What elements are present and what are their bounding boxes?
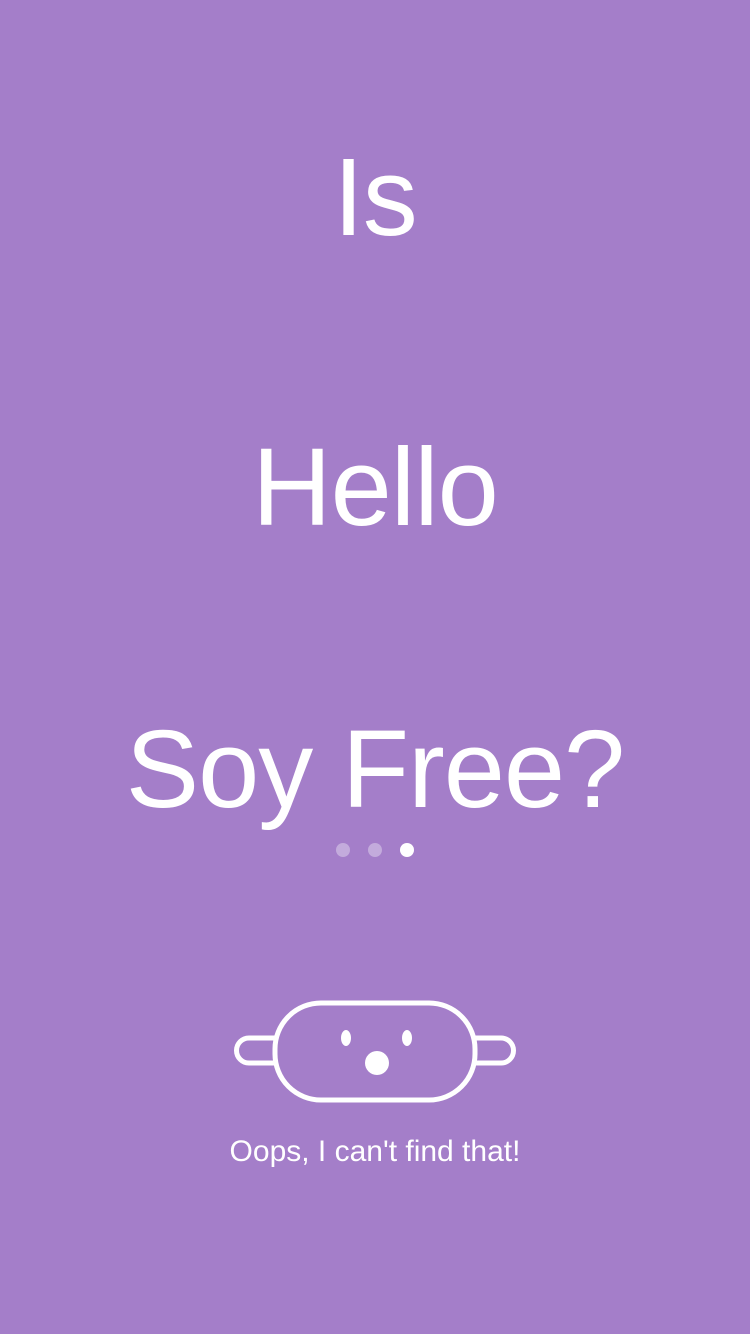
rolling-pin-face-icon xyxy=(234,1000,516,1103)
page-dot-2[interactable] xyxy=(368,843,382,857)
page-dot-1[interactable] xyxy=(336,843,350,857)
headline-line-question: Soy Free? xyxy=(125,708,625,831)
headline-line-is: Is xyxy=(333,136,418,259)
page-dot-3-active[interactable] xyxy=(400,843,414,857)
not-found-message: Oops, I can't find that! xyxy=(229,1135,521,1168)
page-indicator[interactable] xyxy=(0,843,750,857)
headline-product-name: Hello xyxy=(252,426,499,549)
